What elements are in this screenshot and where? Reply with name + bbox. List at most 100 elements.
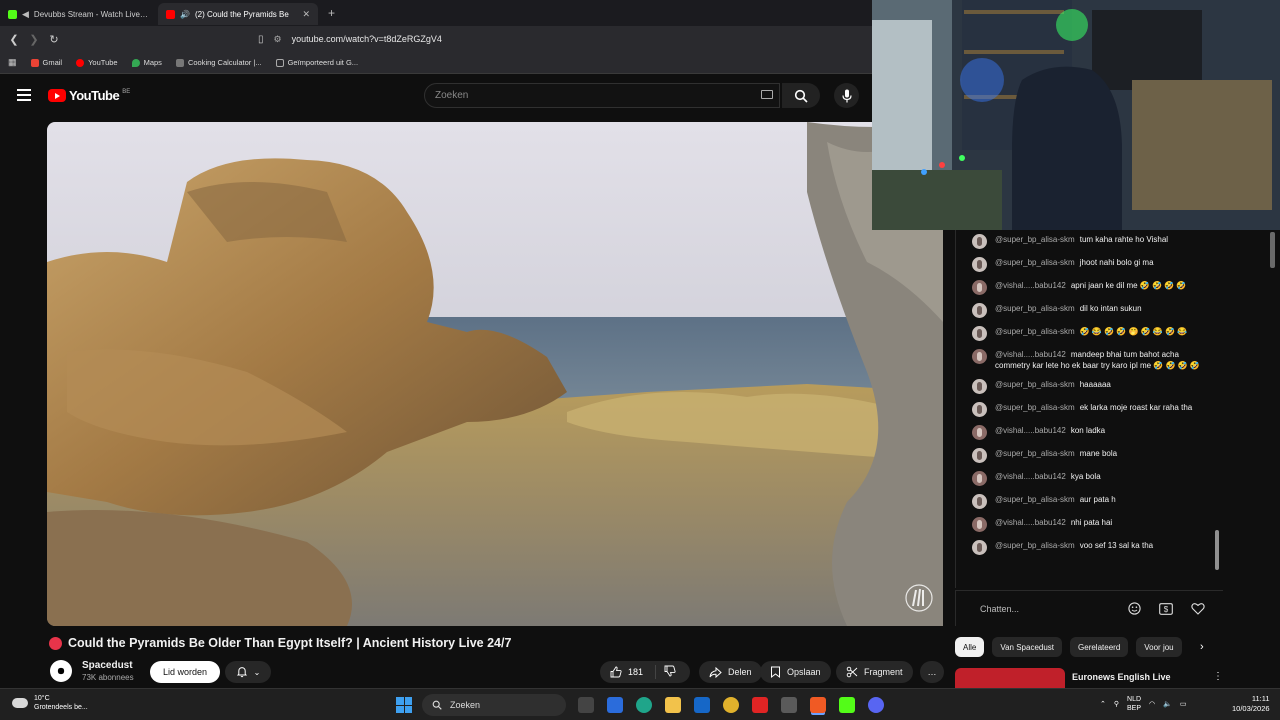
chat-avatar[interactable] <box>972 257 987 272</box>
volume-icon[interactable]: 🔈 <box>1163 700 1172 708</box>
more-actions-button[interactable]: … <box>920 661 944 683</box>
site-settings-icon[interactable]: ⚙ <box>274 34 282 45</box>
address-bar[interactable]: ▯ ⚙ youtube.com/watch?v=t8dZeRGZgV4 <box>258 29 858 49</box>
menu-icon[interactable] <box>17 89 31 101</box>
clock[interactable]: 11:11 10/03/2026 <box>1232 694 1270 714</box>
chat-message[interactable]: @super_bp_alisa-skm voo sef 13 sal ka tha <box>956 538 1223 557</box>
page-scrollbar[interactable] <box>1270 232 1275 268</box>
windows-start-icon[interactable] <box>396 697 412 713</box>
apps-grid-icon[interactable]: ▦ <box>8 57 17 68</box>
channel-watermark-icon[interactable] <box>905 584 933 612</box>
clip-button[interactable]: Fragment <box>836 661 913 683</box>
chat-username[interactable]: @super_bp_alisa-skm <box>995 304 1075 313</box>
channel-avatar[interactable] <box>50 660 72 682</box>
chip-from-channel[interactable]: Van Spacedust <box>992 637 1063 657</box>
chat-username[interactable]: @super_bp_alisa-skm <box>995 541 1075 550</box>
more-vertical-icon[interactable]: ⋮ <box>1213 671 1223 682</box>
chat-username[interactable]: @vishal.....babu142 <box>995 518 1066 527</box>
chat-avatar[interactable] <box>972 234 987 249</box>
chat-message[interactable]: @super_bp_alisa-skm 🤣 😂 🤣 🤣 🤭 🤣 😂 🤣 😂 <box>956 324 1223 343</box>
chat-username[interactable]: @super_bp_alisa-skm <box>995 449 1075 458</box>
keyboard-icon[interactable] <box>761 90 773 99</box>
store-icon[interactable] <box>607 697 623 713</box>
task-view-icon[interactable] <box>578 697 594 713</box>
chat-message[interactable]: @super_bp_alisa-skm haaaaaa <box>956 377 1223 396</box>
chat-message[interactable]: @super_bp_alisa-skm dil ko intan sukun <box>956 301 1223 320</box>
like-button[interactable]: 181 <box>600 665 656 679</box>
chat-username[interactable]: @super_bp_alisa-skm <box>995 495 1075 504</box>
chat-avatar[interactable] <box>972 303 987 318</box>
dislike-button[interactable] <box>656 665 676 679</box>
chat-avatar[interactable] <box>972 494 987 509</box>
save-button[interactable]: Opslaan <box>760 661 831 683</box>
chrome-icon[interactable] <box>723 697 739 713</box>
chat-message[interactable]: @vishal.....babu142 kya bola <box>956 469 1223 488</box>
recommendation-thumbnail[interactable] <box>955 668 1065 688</box>
chat-input[interactable]: Chatten... $ <box>955 590 1223 626</box>
chat-avatar[interactable] <box>972 402 987 417</box>
usb-icon[interactable]: ⚲ <box>1114 700 1119 708</box>
chat-message[interactable]: @super_bp_alisa-skm tum kaha rahte ho Vis… <box>956 232 1223 251</box>
tab-youtube[interactable]: 🔊 (2) Could the Pyramids Be ✕ <box>158 3 318 25</box>
chat-username[interactable]: @vishal.....babu142 <box>995 426 1066 435</box>
channel-name[interactable]: Spacedust <box>82 660 134 671</box>
chat-username[interactable]: @vishal.....babu142 <box>995 281 1066 290</box>
chevron-right-icon[interactable]: › <box>1200 641 1204 653</box>
new-tab-button[interactable]: + <box>328 6 335 20</box>
chat-avatar[interactable] <box>972 448 987 463</box>
chat-username[interactable]: @vishal.....babu142 <box>995 472 1066 481</box>
bookmark-cooking-calculator[interactable]: Cooking Calculator |... <box>175 58 262 67</box>
audio-icon[interactable]: 🔊 <box>180 10 190 19</box>
chat-username[interactable]: @super_bp_alisa-skm <box>995 258 1075 267</box>
chat-avatar[interactable] <box>972 379 987 394</box>
bookmark-folder-imported[interactable]: Geïmporteerd uit G... <box>275 58 358 67</box>
edge-icon[interactable] <box>636 697 652 713</box>
channel-info[interactable]: Spacedust 73K abonnees <box>50 660 134 682</box>
chat-message[interactable]: @vishal.....babu142 apni jaan ke dil me 🤣… <box>956 278 1223 297</box>
search-input[interactable]: Zoeken <box>424 83 780 108</box>
notification-bell-button[interactable]: ⌄ <box>225 661 271 683</box>
chat-message[interactable]: @vishal.....babu142 kon ladka <box>956 423 1223 442</box>
chat-message[interactable]: @vishal.....babu142 nhi pata hai <box>956 515 1223 534</box>
share-button[interactable]: Delen <box>699 661 762 683</box>
chat-username[interactable]: @super_bp_alisa-skm <box>995 327 1075 336</box>
wifi-icon[interactable]: ◠ <box>1149 700 1155 708</box>
chip-related[interactable]: Gerelateerd <box>1070 637 1129 657</box>
super-chat-icon[interactable]: $ <box>1159 602 1173 616</box>
chat-message[interactable]: @super_bp_alisa-skm ek larka moje roast k… <box>956 400 1223 419</box>
chat-scrollbar[interactable] <box>1215 530 1219 570</box>
reload-icon[interactable]: ↻ <box>44 33 64 46</box>
chat-username[interactable]: @super_bp_alisa-skm <box>995 235 1075 244</box>
discord-icon[interactable] <box>868 697 884 713</box>
bookmark-gmail[interactable]: Gmail <box>30 58 62 67</box>
live-chat-panel[interactable]: @super_bp_alisa-skm tum kaha rahte ho Vis… <box>955 230 1223 588</box>
video-player[interactable] <box>47 122 943 626</box>
battery-icon[interactable]: ▭ <box>1180 700 1187 708</box>
chat-avatar[interactable] <box>972 540 987 555</box>
outlook-icon[interactable] <box>694 697 710 713</box>
chip-all[interactable]: Alle <box>955 637 985 657</box>
search-button[interactable] <box>782 83 820 108</box>
calculator-icon[interactable] <box>781 697 797 713</box>
bookmark-youtube[interactable]: YouTube <box>76 58 118 67</box>
chat-avatar[interactable] <box>972 326 987 341</box>
chat-avatar[interactable] <box>972 471 987 486</box>
chat-username[interactable]: @super_bp_alisa-skm <box>995 380 1075 389</box>
chat-message[interactable]: @super_bp_alisa-skm jhoot nahi bolo gi ma <box>956 255 1223 274</box>
file-explorer-icon[interactable] <box>665 697 681 713</box>
url-text[interactable]: youtube.com/watch?v=t8dZeRGZgV4 <box>292 34 442 44</box>
join-button[interactable]: Lid worden <box>150 661 220 683</box>
chat-username[interactable]: @super_bp_alisa-skm <box>995 403 1075 412</box>
bookmark-icon[interactable]: ▯ <box>258 34 264 45</box>
recommendation-title[interactable]: Euronews English Live <box>1072 672 1171 682</box>
chat-avatar[interactable] <box>972 280 987 295</box>
tab-devubbs[interactable]: ◀ Devubbs Stream - Watch Live on <box>0 3 158 25</box>
kick-icon[interactable] <box>839 697 855 713</box>
heart-icon[interactable] <box>1191 602 1205 616</box>
back-icon[interactable]: ❮ <box>4 33 24 46</box>
chat-avatar[interactable] <box>972 425 987 440</box>
weather-widget[interactable]: 10°C Grotendeels be... <box>12 694 88 712</box>
forward-icon[interactable]: ❯ <box>24 33 44 46</box>
chat-avatar[interactable] <box>972 349 987 364</box>
chat-avatar[interactable] <box>972 517 987 532</box>
